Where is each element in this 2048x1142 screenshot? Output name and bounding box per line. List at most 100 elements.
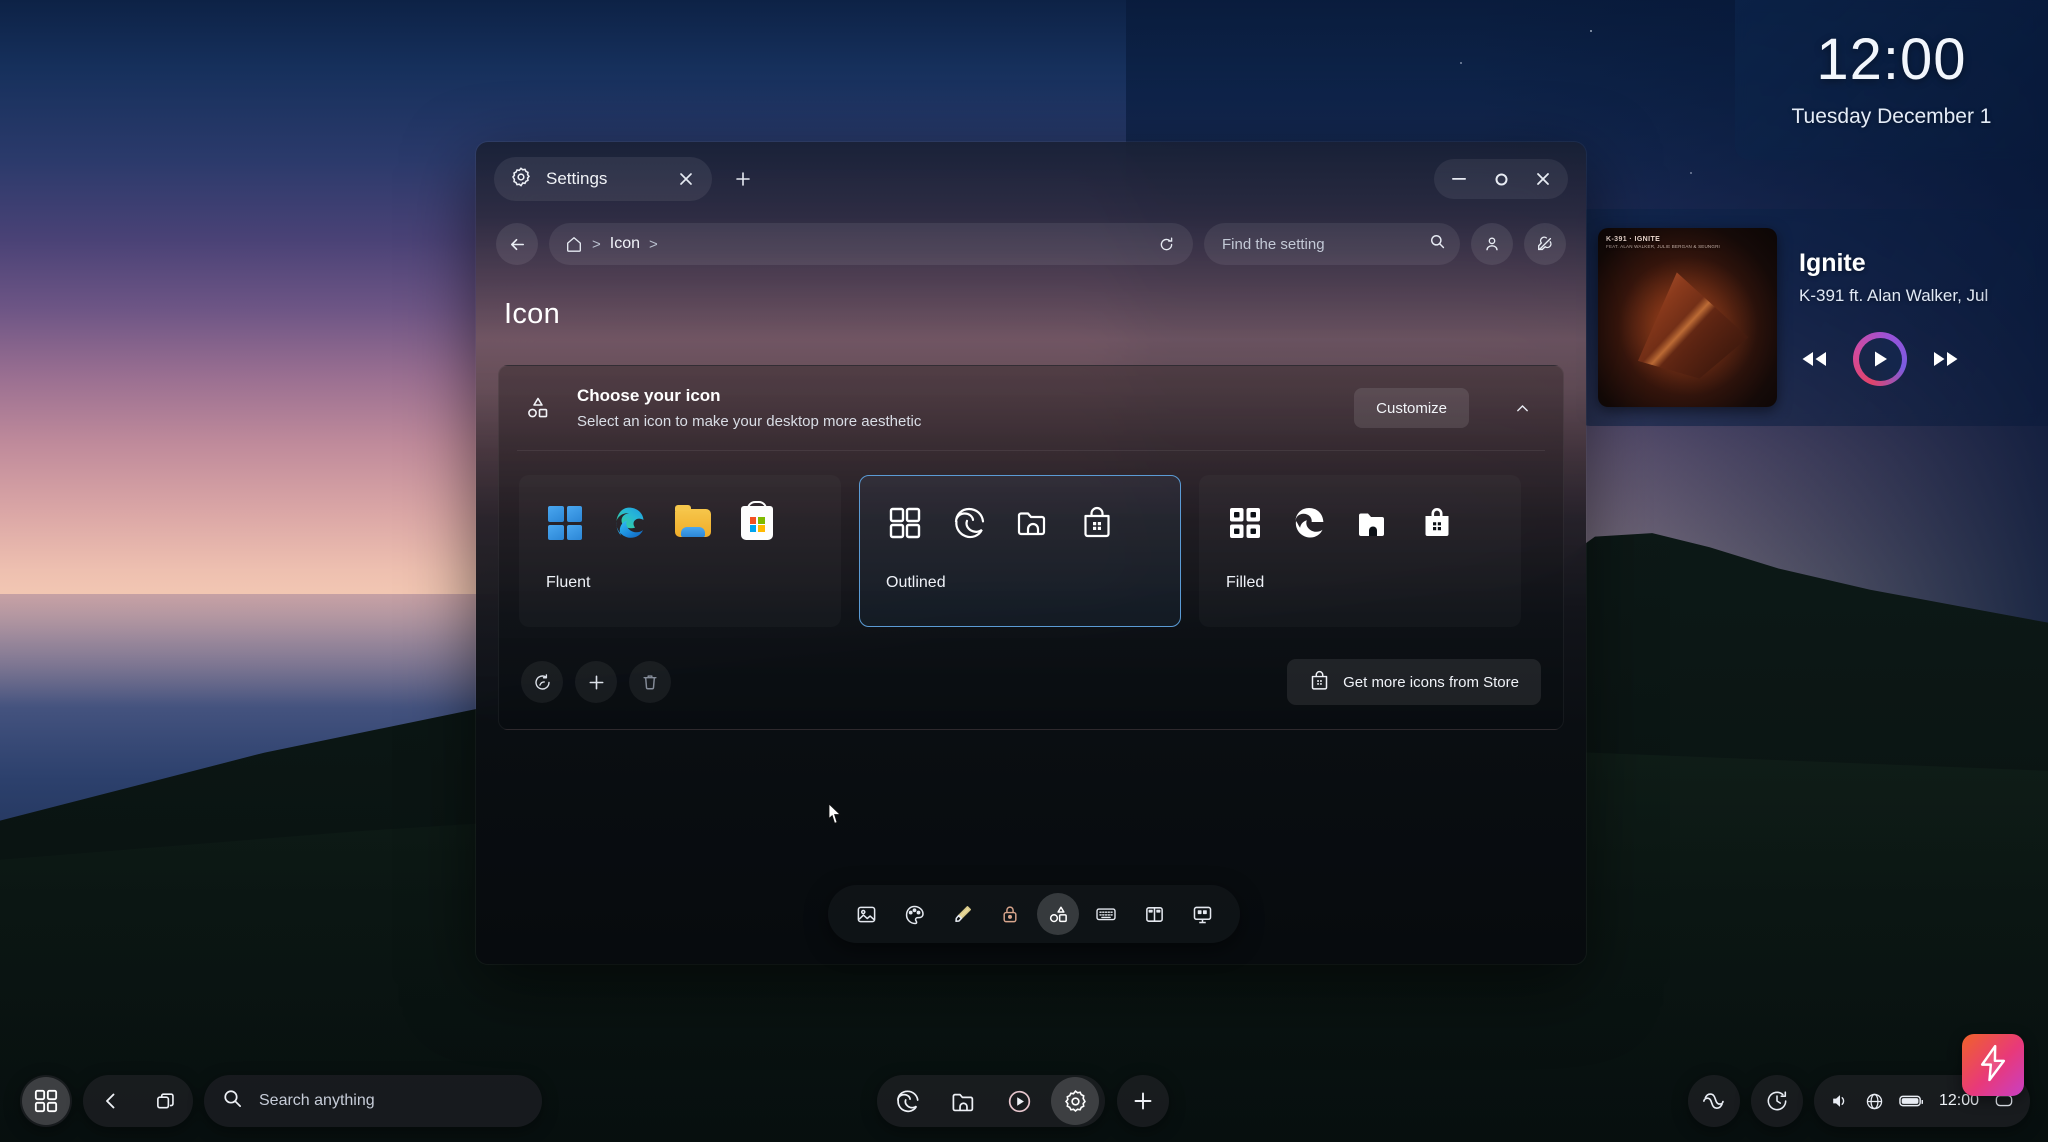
search-input[interactable]: [1222, 235, 1421, 253]
play-icon: [1858, 337, 1902, 381]
taskbar-back-button[interactable]: [87, 1077, 135, 1125]
toolbar-palette-icon[interactable]: [893, 893, 935, 935]
back-button[interactable]: [496, 223, 538, 265]
wallpaper-star: [1690, 172, 1692, 174]
wallpaper-star: [1460, 62, 1462, 64]
get-more-icons-button[interactable]: Get more icons from Store: [1287, 659, 1541, 705]
toolbar-image-icon[interactable]: [845, 893, 887, 935]
music-info: Ignite K-391 ft. Alan Walker, Jul: [1799, 249, 2048, 387]
page-title: Icon: [504, 298, 561, 330]
refresh-icon[interactable]: [1149, 227, 1183, 261]
music-widget[interactable]: K-391 · IGNITE FEAT. ALAN WALKER, JULIE …: [1576, 209, 2048, 426]
icon-style-label: Filled: [1226, 574, 1265, 591]
start-pill: [20, 1075, 72, 1127]
taskbar-media-player-icon[interactable]: [995, 1077, 1043, 1125]
toolbar-brush-icon[interactable]: [941, 893, 983, 935]
battery-icon[interactable]: [1899, 1094, 1924, 1108]
account-icon[interactable]: [1471, 223, 1513, 265]
store-bag-icon: [1309, 670, 1330, 695]
clock-widget[interactable]: 12:00 Tuesday December 1: [1735, 0, 2048, 160]
new-tab-icon[interactable]: [726, 162, 760, 196]
settings-search[interactable]: [1204, 223, 1460, 265]
edge-fluent-icon: [610, 504, 648, 542]
taskbar-add-pill: [1117, 1075, 1169, 1127]
album-art-title: K-391 · IGNITE: [1606, 236, 1661, 243]
breadcrumb-separator-2: >: [649, 235, 658, 253]
clock-time: 12:00: [1816, 27, 1967, 92]
breadcrumb-item-icon[interactable]: Icon: [610, 235, 640, 253]
card-header: Choose your icon Select an icon to make …: [499, 366, 1563, 450]
file-explorer-fluent-icon: [674, 504, 712, 542]
settings-gear-icon: [510, 166, 532, 193]
card-header-text: Choose your icon Select an icon to make …: [577, 386, 1332, 430]
network-icon[interactable]: [1865, 1092, 1884, 1111]
windows-logo-outlined-icon: [886, 504, 924, 542]
taskbar-edge-icon[interactable]: [883, 1077, 931, 1125]
icon-style-option-outlined[interactable]: Outlined: [859, 475, 1181, 627]
clock-date: Tuesday December 1: [1791, 105, 1992, 128]
lightning-bolt-icon: [1976, 1044, 2010, 1087]
icon-style-label: Fluent: [546, 574, 591, 591]
previous-icon[interactable]: [1799, 349, 1829, 369]
customization-toolbar: [828, 885, 1240, 943]
toolbar-display-icon[interactable]: [1181, 893, 1223, 935]
taskbar-add-icon[interactable]: [1119, 1077, 1167, 1125]
close-button[interactable]: [1524, 163, 1562, 195]
power-mode-badge[interactable]: [1962, 1034, 2024, 1096]
window-titlebar[interactable]: Settings: [476, 142, 1586, 216]
file-explorer-filled-icon: [1354, 504, 1392, 542]
history-icon[interactable]: [1753, 1077, 1801, 1125]
album-art-label: K-391 · IGNITE FEAT. ALAN WALKER, JULIE …: [1606, 235, 1720, 251]
album-art: K-391 · IGNITE FEAT. ALAN WALKER, JULIE …: [1598, 228, 1777, 407]
windows-logo-fluent-icon: [546, 504, 584, 542]
toolbar-lock-icon[interactable]: [989, 893, 1031, 935]
taskbar-search-input[interactable]: [259, 1092, 524, 1110]
maximize-button[interactable]: [1482, 163, 1520, 195]
customize-button[interactable]: Customize: [1354, 388, 1469, 428]
card-footer: Get more icons from Store: [499, 643, 1563, 729]
feedback-icon[interactable]: [1524, 223, 1566, 265]
taskbar-apps-pill: [877, 1075, 1105, 1127]
edge-filled-icon: [1290, 504, 1328, 542]
taskbar-center: [877, 1075, 1169, 1127]
icon-style-options: Fluent Outlined Filled: [499, 451, 1563, 643]
reset-icon[interactable]: [521, 661, 563, 703]
tab-close-icon[interactable]: [672, 165, 700, 193]
wallpaper-star: [1590, 30, 1592, 32]
shapes-icon: [521, 391, 555, 425]
settings-window[interactable]: Settings > Icon > Find the setting Icon …: [476, 142, 1586, 964]
toolbar-shapes-icon[interactable]: [1037, 893, 1079, 935]
store-fluent-icon: [738, 504, 776, 542]
card-subheading: Select an icon to make your desktop more…: [577, 413, 922, 430]
toolbar-keyboard-icon[interactable]: [1085, 893, 1127, 935]
breadcrumb-separator-1: >: [592, 235, 601, 253]
windows-logo-filled-icon: [1226, 504, 1264, 542]
minimize-button[interactable]: [1440, 163, 1478, 195]
add-icon[interactable]: [575, 661, 617, 703]
home-icon[interactable]: [565, 235, 583, 253]
music-controls: [1799, 332, 2044, 387]
chevron-up-icon[interactable]: [1503, 389, 1541, 427]
taskbar-search[interactable]: [204, 1075, 542, 1127]
icon-style-option-fluent[interactable]: Fluent: [519, 475, 841, 627]
tab-settings[interactable]: Settings: [494, 157, 712, 201]
taskbar-left: [20, 1075, 542, 1127]
volume-icon[interactable]: [1830, 1091, 1850, 1111]
fluent-icon-preview: [546, 498, 814, 548]
delete-icon[interactable]: [629, 661, 671, 703]
next-icon[interactable]: [1931, 349, 1961, 369]
start-button[interactable]: [22, 1077, 70, 1125]
copilot-icon[interactable]: [1690, 1077, 1738, 1125]
card-heading: Choose your icon: [577, 386, 721, 405]
choose-icon-card: Choose your icon Select an icon to make …: [498, 365, 1564, 730]
icon-style-option-filled[interactable]: Filled: [1199, 475, 1521, 627]
play-button[interactable]: [1853, 332, 1907, 387]
taskbar-settings-icon[interactable]: [1051, 1077, 1099, 1125]
nav-pill: [83, 1075, 193, 1127]
taskbar-search-icon: [222, 1088, 243, 1114]
toolbar-taskbar-icon[interactable]: [1133, 893, 1175, 935]
taskbar-file-explorer-icon[interactable]: [939, 1077, 987, 1125]
filled-icon-preview: [1226, 498, 1494, 548]
task-view-button[interactable]: [141, 1077, 189, 1125]
music-track-artist: K-391 ft. Alan Walker, Jul: [1799, 286, 1989, 306]
